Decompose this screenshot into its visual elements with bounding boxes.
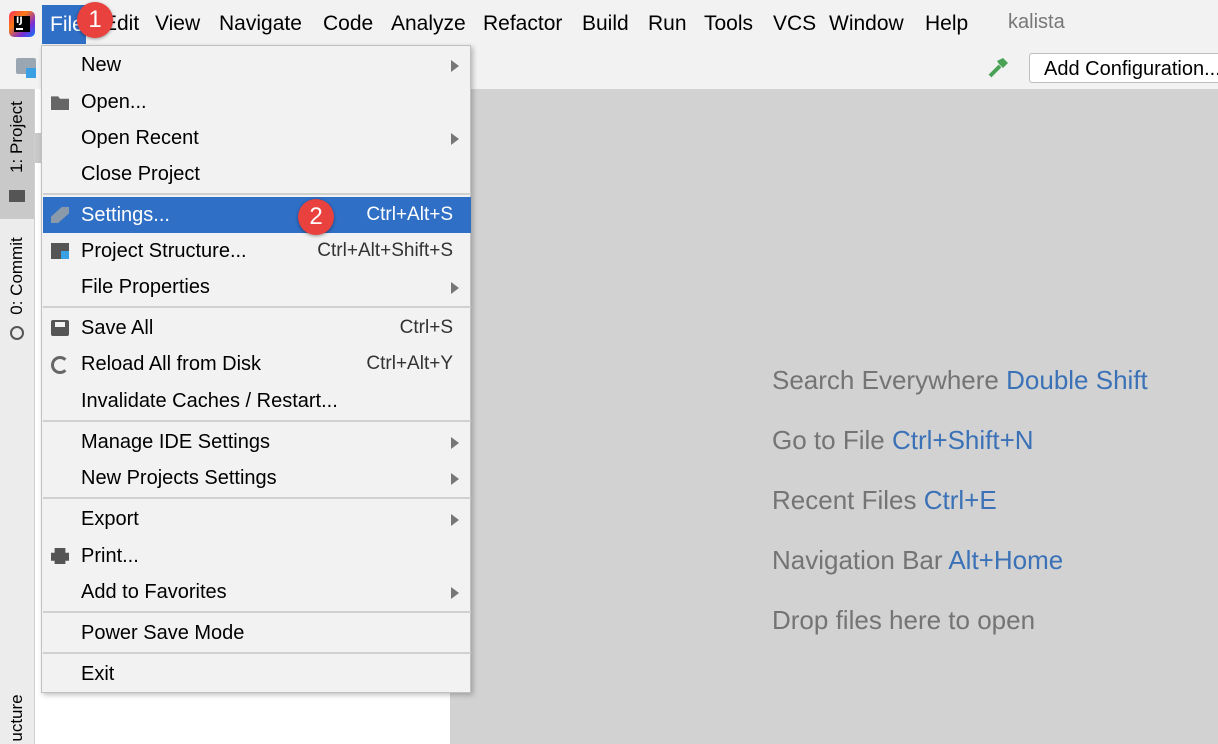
intellij-logo-icon: IJ: [9, 11, 35, 37]
reload-icon: [51, 356, 69, 374]
tab-commit[interactable]: 0: Commit: [0, 232, 34, 342]
menu-separator: [43, 420, 471, 422]
menu-item-shortcut: Ctrl+Alt+Y: [366, 353, 453, 374]
menu-help[interactable]: Help: [925, 11, 968, 37]
add-configuration-button[interactable]: Add Configuration...: [1029, 53, 1218, 83]
menu-item-open[interactable]: Open...: [43, 84, 471, 120]
menu-bar: IJ File Edit View Navigate Code Analyze …: [0, 0, 1218, 48]
submenu-arrow-icon: [451, 282, 459, 294]
menu-item-label: New: [81, 54, 122, 76]
menu-item-open-recent[interactable]: Open Recent: [43, 120, 471, 156]
submenu-arrow-icon: [451, 587, 459, 599]
tab-commit-label: 0: Commit: [7, 237, 26, 315]
left-tool-strip: 1: Project 0: Commit ucture: [0, 89, 35, 744]
menu-separator: [43, 193, 471, 195]
menu-item-new-projects-settings[interactable]: New Projects Settings: [43, 460, 471, 496]
submenu-arrow-icon: [451, 437, 459, 449]
tab-structure-label: ucture: [7, 694, 26, 742]
menu-item-project-structure[interactable]: Project Structure... Ctrl+Alt+Shift+S: [43, 233, 471, 269]
menu-item-label: Power Save Mode: [81, 622, 245, 644]
submenu-arrow-icon: [451, 60, 459, 72]
hint-search-everywhere: Search Everywhere Double Shift: [772, 365, 1148, 395]
menu-separator: [43, 306, 471, 308]
menu-item-reload-all[interactable]: Reload All from Disk Ctrl+Alt+Y: [43, 346, 471, 382]
menu-item-label: Reload All from Disk: [81, 353, 262, 375]
menu-item-print[interactable]: Print...: [43, 538, 471, 574]
menu-separator: [43, 497, 471, 499]
hint-recent-files: Recent Files Ctrl+E: [772, 485, 997, 515]
menu-item-file-properties[interactable]: File Properties: [43, 269, 471, 305]
submenu-arrow-icon: [451, 133, 459, 145]
menu-item-label: Settings...: [81, 204, 170, 226]
menu-item-label: Manage IDE Settings: [81, 431, 270, 453]
menu-item-label: Open Recent: [81, 127, 199, 149]
menu-item-exit[interactable]: Exit: [43, 656, 471, 692]
folder-icon: [9, 190, 25, 202]
menu-item-close-project[interactable]: Close Project: [43, 156, 471, 192]
menu-view[interactable]: View: [155, 11, 200, 37]
hint-navigation-bar: Navigation Bar Alt+Home: [772, 545, 1064, 575]
menu-item-label: Invalidate Caches / Restart...: [81, 390, 338, 412]
menu-item-add-to-favorites[interactable]: Add to Favorites: [43, 574, 471, 610]
menu-item-label: Project Structure...: [81, 240, 247, 262]
project-folder-icon[interactable]: [16, 58, 36, 78]
menu-analyze[interactable]: Analyze: [391, 11, 466, 37]
menu-item-label: Open...: [81, 91, 147, 113]
tab-project[interactable]: 1: Project: [0, 89, 34, 219]
menu-item-label: Add to Favorites: [81, 581, 227, 603]
project-name: kalista: [1008, 11, 1065, 33]
editor-empty-area[interactable]: Search Everywhere Double Shift Go to Fil…: [450, 89, 1218, 744]
menu-item-label: Close Project: [81, 163, 200, 185]
menu-item-shortcut: Ctrl+Alt+Shift+S: [317, 240, 453, 261]
menu-item-label: New Projects Settings: [81, 467, 277, 489]
tab-project-label: 1: Project: [7, 101, 26, 173]
menu-item-label: Save All: [81, 317, 154, 339]
step-badge-2: 2: [298, 199, 334, 235]
build-hammer-icon[interactable]: [986, 56, 1010, 86]
menu-item-power-save-mode[interactable]: Power Save Mode: [43, 615, 471, 651]
menu-navigate[interactable]: Navigate: [219, 11, 302, 37]
printer-icon: [51, 548, 69, 564]
commit-icon: [10, 326, 24, 340]
menu-item-label: Print...: [81, 545, 139, 567]
menu-item-settings[interactable]: Settings... Ctrl+Alt+S: [43, 197, 471, 233]
menu-item-export[interactable]: Export: [43, 501, 471, 537]
project-structure-icon: [51, 243, 69, 259]
menu-separator: [43, 611, 471, 613]
menu-separator: [43, 652, 471, 654]
menu-item-new[interactable]: New: [43, 47, 471, 83]
hint-drop-files: Drop files here to open: [772, 605, 1036, 635]
menu-item-shortcut: Ctrl+Alt+S: [366, 204, 453, 225]
step-badge-1: 1: [77, 2, 113, 38]
submenu-arrow-icon: [451, 514, 459, 526]
save-icon: [51, 320, 69, 336]
menu-build[interactable]: Build: [582, 11, 629, 37]
menu-tools[interactable]: Tools: [704, 11, 753, 37]
menu-item-label: Exit: [81, 663, 115, 685]
wrench-icon: [51, 207, 69, 223]
menu-item-save-all[interactable]: Save All Ctrl+S: [43, 310, 471, 346]
submenu-arrow-icon: [451, 473, 459, 485]
hint-go-to-file: Go to File Ctrl+Shift+N: [772, 425, 1034, 455]
menu-item-invalidate-caches[interactable]: Invalidate Caches / Restart...: [43, 383, 471, 419]
menu-refactor[interactable]: Refactor: [483, 11, 562, 37]
menu-item-label: File Properties: [81, 276, 210, 298]
menu-item-manage-ide-settings[interactable]: Manage IDE Settings: [43, 424, 471, 460]
tab-structure[interactable]: ucture: [0, 684, 34, 744]
menu-code[interactable]: Code: [323, 11, 373, 37]
open-folder-icon: [51, 96, 69, 110]
menu-vcs[interactable]: VCS: [773, 11, 816, 37]
file-menu-dropdown: New Open... Open Recent Close Project Se…: [41, 45, 471, 693]
menu-run[interactable]: Run: [648, 11, 687, 37]
menu-item-shortcut: Ctrl+S: [399, 317, 453, 338]
menu-window[interactable]: Window: [829, 11, 904, 37]
menu-item-label: Export: [81, 508, 139, 530]
